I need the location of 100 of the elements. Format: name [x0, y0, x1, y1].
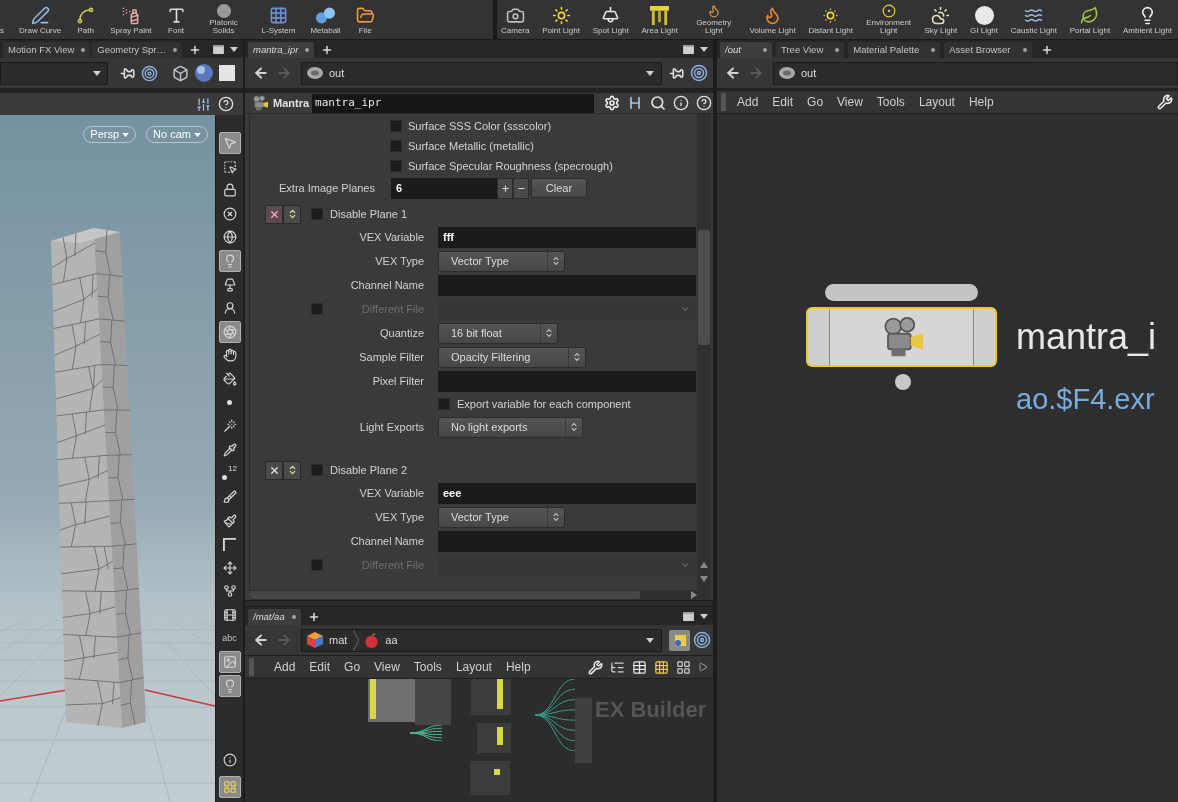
pane-tab[interactable]: Material Palette: [848, 42, 941, 58]
caret-icon[interactable]: [700, 614, 708, 619]
checkbox[interactable]: [390, 140, 402, 152]
grid-icon[interactable]: [654, 659, 669, 675]
menu-item[interactable]: Help: [505, 658, 531, 676]
path-segment[interactable]: out: [302, 62, 351, 84]
arrow-right-icon[interactable]: [691, 591, 697, 599]
shelf-tool-button[interactable]: Ambient Light: [1122, 0, 1172, 38]
checkbox[interactable]: [438, 398, 450, 410]
dot-icon[interactable]: [173, 48, 177, 52]
network-node[interactable]: [471, 679, 511, 715]
shelf-tool-button[interactable]: Sky Light: [924, 0, 958, 38]
note-button[interactable]: [669, 629, 690, 651]
dot-icon[interactable]: [81, 48, 86, 52]
menu-item[interactable]: Tools: [876, 93, 905, 111]
shelf-tool-button[interactable]: Area Light: [641, 0, 678, 38]
menu-item[interactable]: Go: [807, 93, 824, 111]
search-icon[interactable]: [650, 95, 667, 111]
scrollbar[interactable]: [250, 590, 711, 600]
caret-icon[interactable]: [646, 637, 654, 643]
dot-icon[interactable]: [835, 48, 840, 52]
dot-icon[interactable]: [291, 615, 296, 619]
network-node[interactable]: [575, 698, 592, 763]
remove-button[interactable]: [265, 460, 283, 480]
menu-item[interactable]: Help: [968, 93, 994, 111]
scrollbar-thumb[interactable]: [250, 591, 640, 599]
shelf-tool-button[interactable]: Caustic Light: [1010, 0, 1057, 38]
back-arrow-icon[interactable]: [253, 632, 269, 648]
node-name-field[interactable]: mantra_ipr: [312, 93, 595, 113]
network-node[interactable]: [415, 679, 451, 725]
number-field[interactable]: 6: [391, 177, 497, 199]
menu-item[interactable]: View: [837, 93, 863, 111]
pane-tab[interactable]: mantra_ipr: [248, 42, 315, 58]
clear-button[interactable]: Clear: [531, 178, 587, 198]
shelf-tool-button[interactable]: s: [0, 0, 4, 38]
dot-icon[interactable]: [1022, 48, 1027, 52]
shelf-tool-button[interactable]: Spray Paint: [110, 0, 152, 38]
text-field[interactable]: [438, 274, 696, 296]
dropdown[interactable]: Vector Type: [438, 250, 565, 272]
caret-icon[interactable]: [646, 70, 654, 76]
shelf-tool-button[interactable]: Platonic Solids: [200, 0, 247, 38]
checkbox[interactable]: [390, 160, 402, 172]
pin-icon[interactable]: [120, 65, 135, 81]
shelf-tool-button[interactable]: Draw Curve: [19, 0, 62, 38]
sphere-icon[interactable]: [195, 64, 213, 82]
network-node[interactable]: [470, 761, 510, 795]
plus-icon[interactable]: [189, 44, 201, 56]
menu-item[interactable]: Layout: [918, 93, 955, 111]
tool-button[interactable]: [218, 249, 241, 272]
tool-button[interactable]: abc: [218, 627, 241, 650]
path-segment[interactable]: out: [774, 62, 823, 84]
text-field[interactable]: [438, 530, 696, 552]
play-icon[interactable]: [698, 662, 708, 672]
target-icon[interactable]: [141, 64, 158, 82]
shelf-tool-button[interactable]: Font: [166, 0, 186, 38]
menu-item[interactable]: Go: [344, 658, 361, 676]
shelf-tool-button[interactable]: Volume Light: [749, 0, 796, 38]
dropdown-field[interactable]: [0, 61, 108, 85]
caret-icon[interactable]: [93, 70, 101, 76]
text-field[interactable]: eee: [438, 482, 696, 504]
dot-icon[interactable]: [305, 48, 310, 52]
arrow-up-icon[interactable]: [700, 562, 708, 568]
pane-tab[interactable]: /out: [720, 42, 772, 58]
plus-icon[interactable]: [1040, 44, 1053, 56]
menu-item[interactable]: Layout: [455, 658, 492, 676]
output-connector[interactable]: [895, 374, 911, 390]
dot-icon[interactable]: [763, 48, 767, 52]
pane-tab[interactable]: /mat/aa: [248, 609, 301, 625]
dropdown[interactable]: 16 bit float: [438, 322, 558, 344]
scrollbar-thumb[interactable]: [698, 230, 710, 345]
shelf-tool-button[interactable]: File: [355, 0, 375, 38]
gear-icon[interactable]: [604, 95, 621, 111]
shelf-tool-button[interactable]: Environment Light: [865, 0, 912, 38]
path-segment[interactable]: aa: [359, 629, 404, 651]
plus-icon[interactable]: [321, 44, 334, 56]
dropdown[interactable]: Vector Type: [438, 506, 565, 528]
toolbar-handle[interactable]: [249, 658, 254, 676]
tool-button[interactable]: [218, 320, 241, 343]
dropdown[interactable]: Opacity Filtering: [438, 346, 587, 368]
remove-button[interactable]: [265, 204, 283, 224]
shelf-tool-button[interactable]: GI Light: [970, 0, 999, 38]
checkbox[interactable]: [311, 208, 323, 220]
pane-tab[interactable]: Tree View: [776, 42, 845, 58]
help-icon[interactable]: [696, 95, 713, 111]
text-field[interactable]: [438, 370, 696, 392]
arrow-down-icon[interactable]: [700, 576, 708, 582]
pane-tab[interactable]: Asset Browser: [944, 42, 1032, 58]
wrench-icon[interactable]: [1157, 94, 1173, 110]
back-arrow-icon[interactable]: [253, 65, 269, 81]
wrench-icon[interactable]: [588, 659, 603, 675]
sliders-icon[interactable]: [196, 96, 211, 112]
shelf-tool-button[interactable]: Point Light: [542, 0, 580, 38]
network-node[interactable]: [477, 723, 511, 753]
grid-icon[interactable]: [676, 659, 691, 675]
pane-tab[interactable]: Motion FX View: [3, 42, 91, 58]
shelf-tool-button[interactable]: L-System: [261, 0, 296, 38]
pane-tab[interactable]: Geometry Spr…: [92, 42, 182, 58]
target-icon[interactable]: [693, 631, 711, 649]
scrollbar[interactable]: [697, 114, 711, 590]
shelf-tool-button[interactable]: Portal Light: [1069, 0, 1111, 38]
